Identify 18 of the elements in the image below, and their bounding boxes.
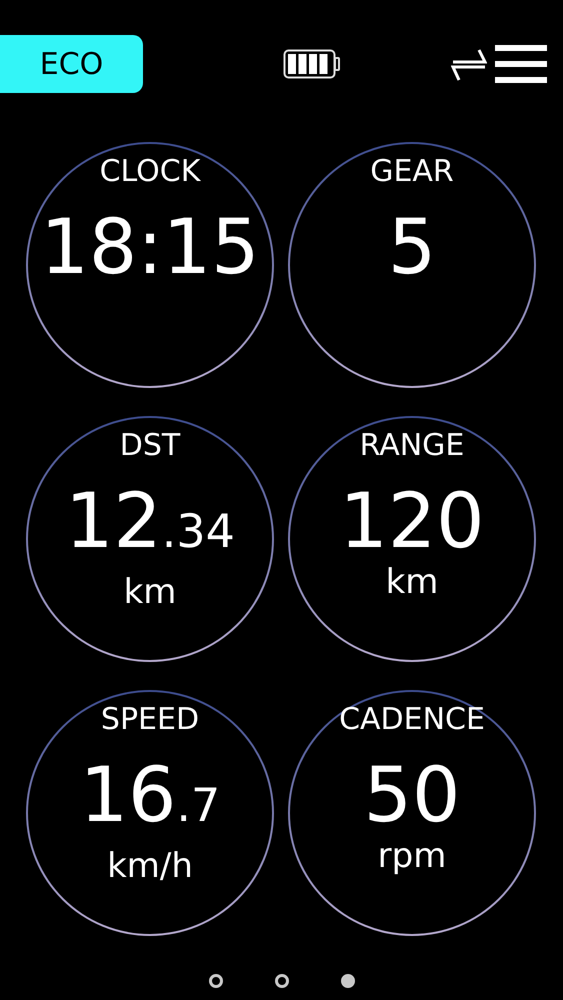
mode-button[interactable]: ECO [0,35,143,93]
gauge-label: DST [120,428,180,464]
gauge-label: CADENCE [339,702,485,738]
gauge-value: 5 [388,202,436,292]
gauge-label: SPEED [100,702,200,738]
gauge-value: 18:15 [40,202,260,292]
page-dot[interactable] [208,974,222,988]
gauge-label: GEAR [370,154,454,190]
gauge-value: 12.34 [65,476,235,567]
gauge-label: CLOCK [100,154,200,190]
gauge-value: 16.7 [80,750,220,841]
page-dot[interactable] [340,974,354,988]
gauge-unit: km [124,572,176,612]
gauge-unit: km/h [107,846,193,886]
gauge-label: RANGE [360,428,464,464]
battery-icon [283,49,341,79]
menu-icon[interactable] [495,45,547,83]
page-dot[interactable] [274,974,288,988]
